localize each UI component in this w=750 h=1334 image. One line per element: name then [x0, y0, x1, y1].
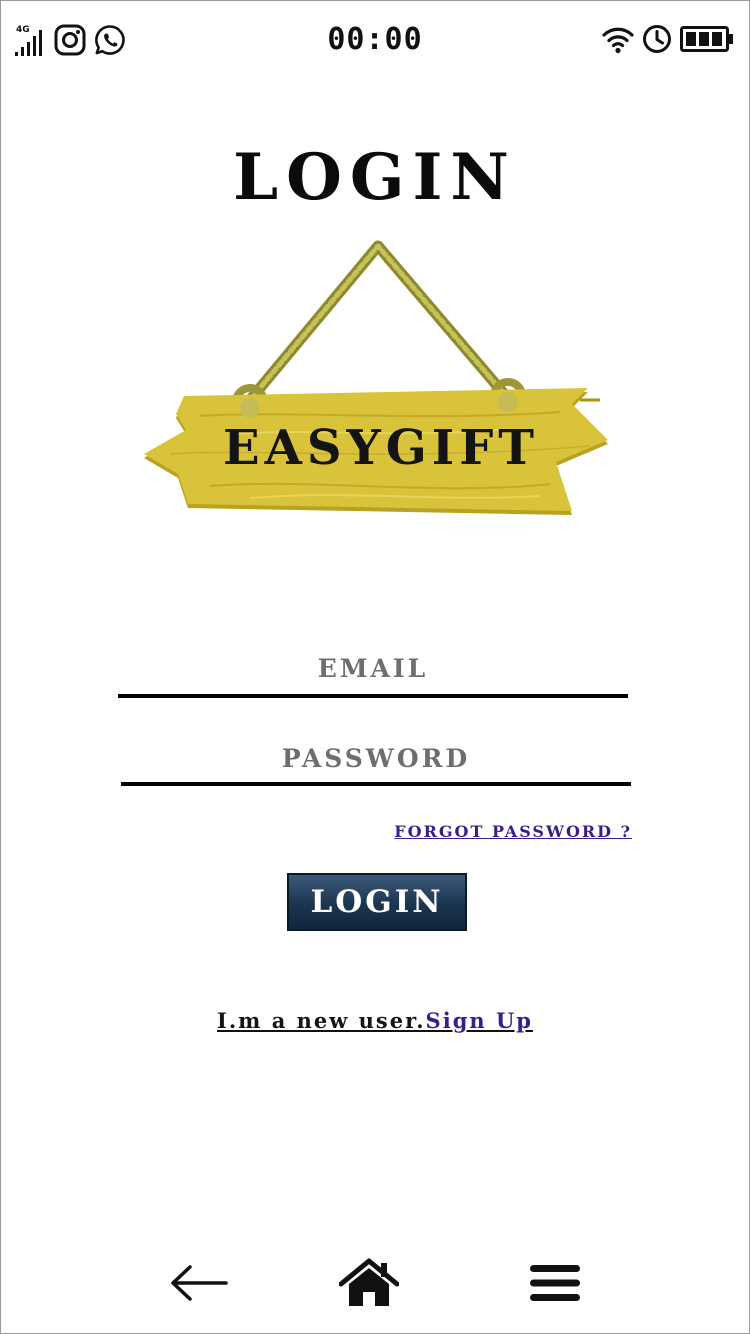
email-field[interactable]	[118, 642, 628, 698]
menu-button[interactable]	[522, 1250, 588, 1316]
login-button[interactable]: LOGIN	[287, 873, 467, 931]
wooden-sign-logo	[144, 240, 608, 515]
logo-text: EASYGIFT	[223, 420, 539, 476]
menu-icon	[530, 1265, 580, 1301]
wifi-icon	[602, 24, 634, 58]
forgot-password-link[interactable]: FORGOT PASSWORD ?	[394, 822, 632, 841]
battery-icon	[680, 25, 734, 57]
page-title: LOGIN	[233, 140, 517, 215]
back-button[interactable]	[165, 1250, 231, 1316]
home-button[interactable]	[336, 1250, 402, 1316]
alarm-clock-icon	[642, 24, 672, 58]
status-bar: 4G 00:00	[0, 0, 750, 82]
home-icon	[339, 1258, 399, 1306]
password-field[interactable]	[121, 734, 631, 786]
back-arrow-icon	[171, 1265, 228, 1301]
status-right	[602, 24, 734, 58]
signup-link[interactable]: Sign Up	[426, 1008, 533, 1033]
signup-line: I.m a new user.Sign Up	[0, 1008, 750, 1033]
signup-prompt: I.m a new user.	[217, 1008, 426, 1033]
